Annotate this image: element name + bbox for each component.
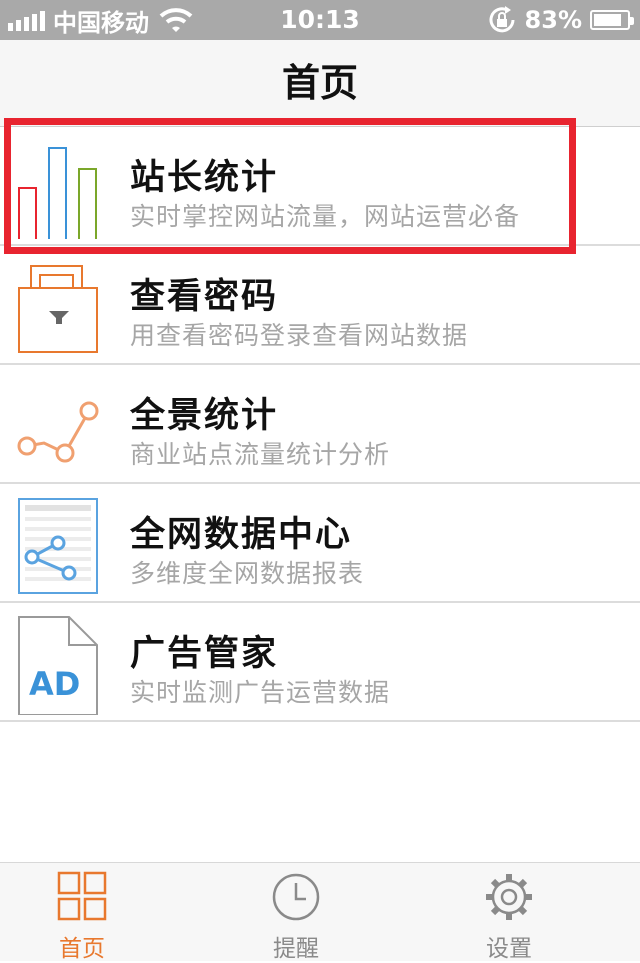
battery-percentage: 83% <box>524 6 582 34</box>
grid-icon <box>57 871 107 921</box>
gear-icon <box>486 874 532 920</box>
bar-chart-icon <box>18 147 97 239</box>
list-item-subtitle: 实时掌控网站流量，网站运营必备 <box>130 202 521 231</box>
list-item-subtitle: 实时监测广告运营数据 <box>130 678 391 707</box>
feature-list: 站长统计 实时掌控网站流量，网站运营必备 查看密码 用查看密码登录查看网站数据 … <box>0 127 640 722</box>
battery-fill <box>594 14 621 26</box>
line-graph-icon <box>17 401 99 463</box>
data-share-icon <box>18 498 98 594</box>
tab-bar: 首页 提醒 设置 <box>0 862 640 962</box>
tab-remind[interactable]: 提醒 <box>226 863 366 962</box>
list-item-title: 全网数据中心 <box>130 515 353 555</box>
battery-icon <box>590 10 634 30</box>
tab-label: 设置 <box>486 936 532 962</box>
battery-cap <box>630 17 634 25</box>
list-item-title: 广告管家 <box>130 634 279 674</box>
clock-icon <box>272 873 320 921</box>
padlock-icon <box>18 265 98 353</box>
rotation-lock-icon <box>489 6 515 33</box>
ad-document-icon: AD <box>18 616 98 715</box>
tab-label: 提醒 <box>273 936 319 962</box>
list-item-view-password[interactable]: 查看密码 用查看密码登录查看网站数据 <box>0 246 640 365</box>
list-item-subtitle: 多维度全网数据报表 <box>130 559 365 588</box>
list-item-title: 站长统计 <box>130 158 279 198</box>
list-item-ad-manager[interactable]: AD 广告管家 实时监测广告运营数据 <box>0 603 640 722</box>
list-item-subtitle: 商业站点流量统计分析 <box>130 440 391 469</box>
tab-settings[interactable]: 设置 <box>439 863 579 962</box>
list-item-subtitle: 用查看密码登录查看网站数据 <box>130 321 469 350</box>
page-title: 首页 <box>281 61 358 105</box>
status-right: 83% <box>487 0 634 40</box>
ad-label-graphic: AD <box>29 665 80 703</box>
tab-label: 首页 <box>59 936 105 962</box>
list-item-panorama-stats[interactable]: 全景统计 商业站点流量统计分析 <box>0 365 640 484</box>
list-item-data-center[interactable]: 全网数据中心 多维度全网数据报表 <box>0 484 640 603</box>
list-item-site-stats[interactable]: 站长统计 实时掌控网站流量，网站运营必备 <box>0 127 640 246</box>
list-item-title: 查看密码 <box>130 277 279 317</box>
navigation-bar: 首页 <box>0 40 640 127</box>
list-item-title: 全景统计 <box>130 396 279 436</box>
tab-home[interactable]: 首页 <box>12 863 152 962</box>
status-bar: 中国移动 10:13 83% <box>0 0 640 40</box>
